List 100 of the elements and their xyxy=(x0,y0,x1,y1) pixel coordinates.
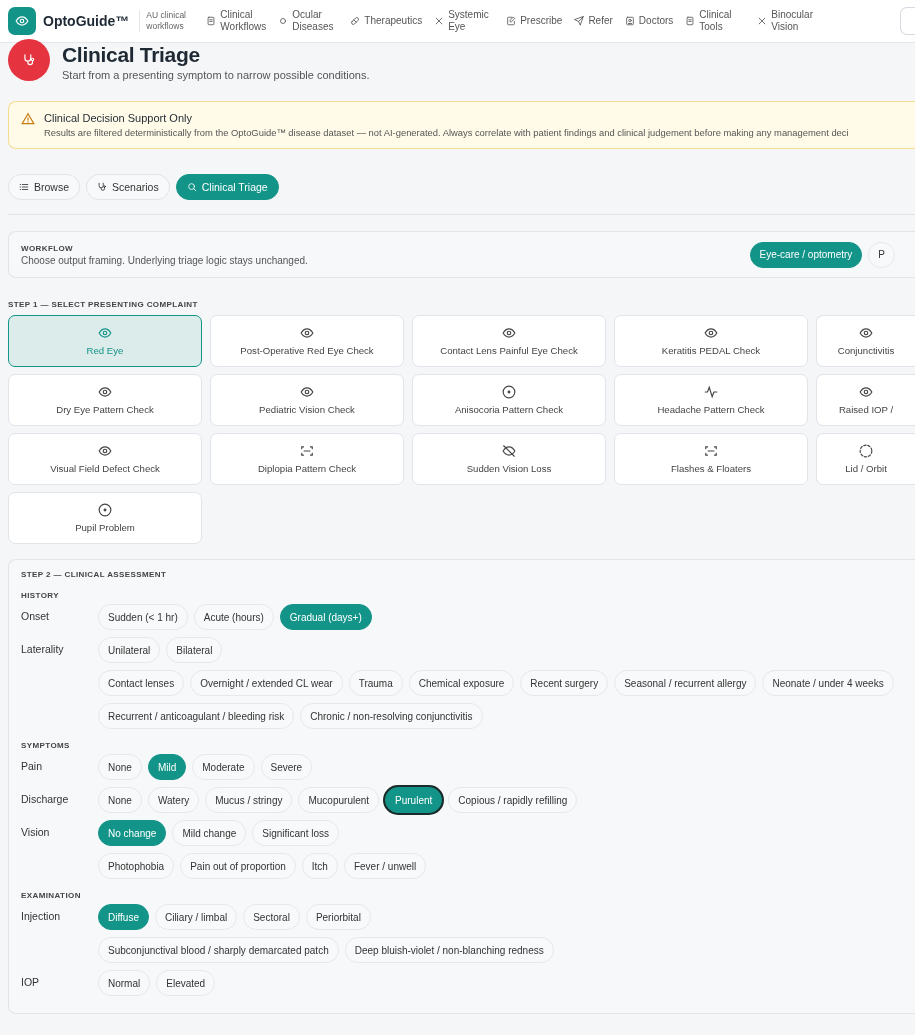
option-chip[interactable]: Elevated xyxy=(156,970,216,996)
nav-link[interactable]: Binocular Vision xyxy=(751,8,824,34)
option-chip[interactable]: Mild xyxy=(147,754,187,780)
cross-icon xyxy=(757,16,768,26)
option-chip[interactable]: Contact lenses xyxy=(98,670,185,696)
workflow-option[interactable]: Eye-care / optometry xyxy=(749,241,863,268)
complaint-card[interactable]: Post-Operative Red Eye Check xyxy=(210,315,404,367)
nav-link[interactable]: Clinical Tools xyxy=(679,8,752,34)
nav-link[interactable]: Therapeutics xyxy=(344,14,429,28)
pill-icon xyxy=(350,16,361,26)
cross-icon xyxy=(434,16,445,26)
option-chip[interactable]: Recurrent / anticoagulant / bleeding risk xyxy=(98,703,295,729)
nav-link[interactable]: Prescribe xyxy=(500,14,569,28)
scan-icon xyxy=(300,444,314,458)
option-chip[interactable]: Recent surgery xyxy=(520,670,609,696)
field-label: Discharge xyxy=(21,792,70,805)
option-chip[interactable]: Deep bluish-violet / non-blanching redness xyxy=(344,937,554,963)
banner-text: Results are filtered deterministically from the OptoGuide™ disease dataset — not AI-generated. Always correlate with patient findings and clinical judgement before making any management deci xyxy=(44,127,849,138)
subsection-heading: SYMPTOMS xyxy=(21,741,71,750)
eye-icon xyxy=(704,326,718,340)
document-icon xyxy=(206,16,217,26)
warning-icon xyxy=(21,112,35,126)
option-chip[interactable]: Neonate / under 4 weeks xyxy=(762,670,894,696)
page-subtitle: Start from a presenting symptom to narrow possible conditions. xyxy=(62,69,370,81)
section-heading: STEP 2 — CLINICAL ASSESSMENT xyxy=(21,570,168,579)
section-heading: STEP 1 — SELECT PRESENTING COMPLAINT xyxy=(8,300,199,309)
nav-link[interactable]: Refer xyxy=(568,14,619,28)
option-chip[interactable]: None xyxy=(98,754,142,780)
option-chip[interactable]: Normal xyxy=(98,970,151,996)
list-icon xyxy=(19,182,29,192)
option-chip[interactable]: Copious / rapidly refilling xyxy=(448,787,578,813)
option-chip[interactable]: Sectoral xyxy=(243,904,300,930)
option-chip[interactable]: Acute (hours) xyxy=(193,604,274,630)
eye-icon xyxy=(300,385,314,399)
complaint-card[interactable]: Pupil Problem xyxy=(8,492,202,544)
complaint-card[interactable]: Contact Lens Painful Eye Check xyxy=(412,315,606,367)
complaint-card[interactable]: Pediatric Vision Check xyxy=(210,374,404,426)
dashed-circle-icon xyxy=(859,444,873,458)
option-chip[interactable]: Ciliary / limbal xyxy=(154,904,238,930)
option-chip[interactable]: Sudden (< 1 hr) xyxy=(98,604,188,630)
option-chip[interactable]: Watery xyxy=(147,787,200,813)
option-chip[interactable]: No change xyxy=(98,820,167,846)
eye-icon xyxy=(98,444,112,458)
option-chip[interactable]: Subconjunctival blood / sharply demarcated patch xyxy=(98,937,339,963)
stethoscope-icon xyxy=(97,182,107,192)
option-chip[interactable]: Chronic / non-resolving conjunctivitis xyxy=(300,703,483,729)
option-chip[interactable]: Diffuse xyxy=(98,904,149,930)
banner-title: Clinical Decision Support Only xyxy=(44,112,193,124)
option-chip[interactable]: Unilateral xyxy=(98,637,161,663)
nav-link[interactable]: Systemic Eye xyxy=(428,8,501,34)
brand-name[interactable]: OptoGuide™ xyxy=(43,13,130,29)
complaint-card[interactable]: Keratitis PEDAL Check xyxy=(614,315,808,367)
mode-tab[interactable]: Browse xyxy=(8,174,80,200)
complaint-card[interactable]: Raised IOP / xyxy=(816,374,915,426)
complaint-card[interactable]: Lid / Orbit xyxy=(816,433,915,485)
complaint-card[interactable]: Sudden Vision Loss xyxy=(412,433,606,485)
option-chip[interactable]: Moderate xyxy=(192,754,255,780)
option-chip[interactable]: Purulent xyxy=(385,787,443,813)
option-chip[interactable]: Trauma xyxy=(348,670,403,696)
mode-tab[interactable]: Scenarios xyxy=(86,174,170,200)
option-chip[interactable]: None xyxy=(98,787,142,813)
eye-icon xyxy=(859,326,873,340)
document-icon xyxy=(685,16,696,26)
option-chip[interactable]: Seasonal / recurrent allergy xyxy=(614,670,757,696)
target-icon xyxy=(98,503,112,517)
option-chip[interactable]: Mucopurulent xyxy=(298,787,380,813)
complaint-card[interactable]: Diplopia Pattern Check xyxy=(210,433,404,485)
search-field[interactable] xyxy=(900,7,915,35)
option-chip[interactable]: Overnight / extended CL wear xyxy=(190,670,343,696)
option-chip[interactable]: Pain out of proportion xyxy=(180,853,296,879)
option-chip[interactable]: Severe xyxy=(260,754,313,780)
complaint-card[interactable]: Visual Field Defect Check xyxy=(8,433,202,485)
option-chip[interactable]: Chemical exposure xyxy=(408,670,515,696)
page-title: Clinical Triage xyxy=(62,43,201,67)
option-chip[interactable]: Periorbital xyxy=(305,904,371,930)
option-chip[interactable]: Bilateral xyxy=(166,637,223,663)
tagline: AU clinical workflows xyxy=(139,9,191,33)
option-chip[interactable]: Photophobia xyxy=(98,853,175,879)
eye-icon xyxy=(859,385,873,399)
eye-icon xyxy=(502,326,516,340)
eye-off-icon xyxy=(502,444,516,458)
complaint-card[interactable]: Dry Eye Pattern Check xyxy=(8,374,202,426)
nav-link[interactable]: Clinical Workflows xyxy=(200,8,273,34)
complaint-card[interactable]: Headache Pattern Check xyxy=(614,374,808,426)
option-chip[interactable]: Mucus / stringy xyxy=(205,787,293,813)
complaint-card[interactable]: Flashes & Floaters xyxy=(614,433,808,485)
field-label: Vision xyxy=(21,825,51,838)
complaint-card[interactable]: Anisocoria Pattern Check xyxy=(412,374,606,426)
option-chip[interactable]: Itch xyxy=(301,853,338,879)
target-icon xyxy=(502,385,516,399)
field-label: Pain xyxy=(21,759,43,772)
nav-link[interactable]: Ocular Diseases xyxy=(272,8,345,34)
option-chip[interactable]: Fever / unwell xyxy=(343,853,427,879)
mode-tab[interactable]: Clinical Triage xyxy=(175,174,279,200)
option-chip[interactable]: Gradual (days+) xyxy=(279,604,372,630)
option-chip[interactable]: Mild change xyxy=(172,820,247,846)
option-chip[interactable]: Significant loss xyxy=(252,820,339,846)
workflow-option[interactable]: P xyxy=(868,241,895,268)
complaint-card[interactable]: Conjunctivitis xyxy=(816,315,915,367)
nav-link[interactable]: Doctors xyxy=(618,14,680,28)
